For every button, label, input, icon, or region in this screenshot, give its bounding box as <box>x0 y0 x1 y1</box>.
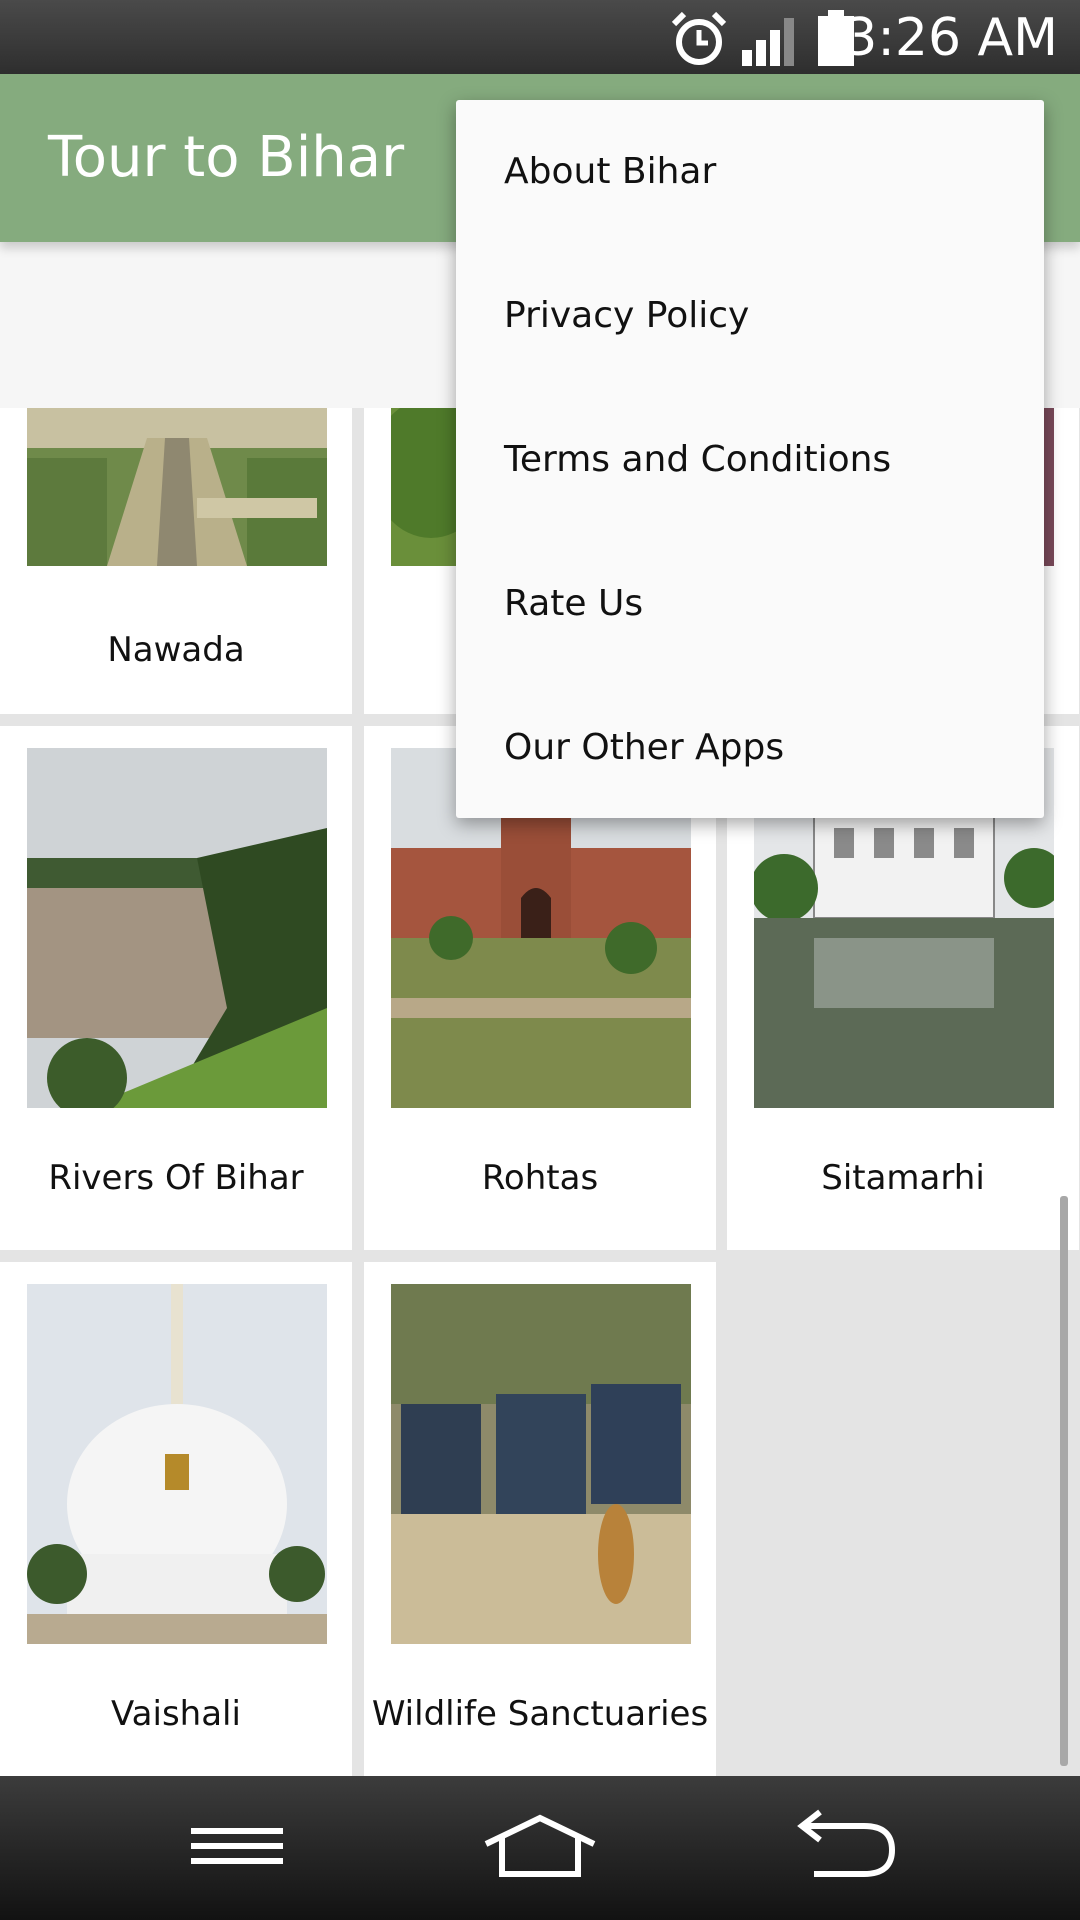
tile-label: Vaishali <box>111 1694 241 1734</box>
back-icon[interactable] <box>784 1806 904 1886</box>
home-icon[interactable] <box>480 1806 600 1886</box>
menu-item-rate-us[interactable]: Rate Us <box>456 532 1044 676</box>
tile-label: Rivers Of Bihar <box>48 1158 304 1198</box>
menu-item-our-other-apps[interactable]: Our Other Apps <box>456 676 1044 820</box>
wildlife-image <box>391 1284 691 1644</box>
grid-tile-rivers[interactable]: Rivers Of Bihar <box>0 726 352 1250</box>
menu-item-terms-and-conditions[interactable]: Terms and Conditions <box>456 388 1044 532</box>
scrollbar[interactable] <box>1060 1196 1068 1766</box>
menu-icon[interactable] <box>177 1806 297 1886</box>
tile-label: Rohtas <box>481 1158 599 1198</box>
status-time: 3:26 AM <box>844 8 1058 68</box>
nawada-image <box>27 408 327 566</box>
grid-tile-wildlife[interactable]: Wildlife Sanctuaries <box>364 1262 716 1776</box>
tile-label: Sitamarhi <box>821 1158 985 1198</box>
menu-item-about-bihar[interactable]: About Bihar <box>456 100 1044 244</box>
rivers-image <box>27 748 327 1108</box>
navigation-bar <box>0 1776 1080 1920</box>
tile-label: Wildlife Sanctuaries <box>371 1694 709 1734</box>
overflow-menu: About Bihar Privacy Policy Terms and Con… <box>456 100 1044 818</box>
status-bar: 3:26 AM <box>0 0 1080 74</box>
alarm-icon <box>671 11 727 65</box>
menu-item-privacy-policy[interactable]: Privacy Policy <box>456 244 1044 388</box>
signal-icon <box>742 18 794 66</box>
tile-label: Nawada <box>107 630 245 670</box>
vaishali-image <box>27 1284 327 1644</box>
app-title: Tour to Bihar <box>48 125 405 190</box>
grid-tile-vaishali[interactable]: Vaishali <box>0 1262 352 1776</box>
grid-tile-nawada[interactable]: Nawada <box>0 408 352 714</box>
